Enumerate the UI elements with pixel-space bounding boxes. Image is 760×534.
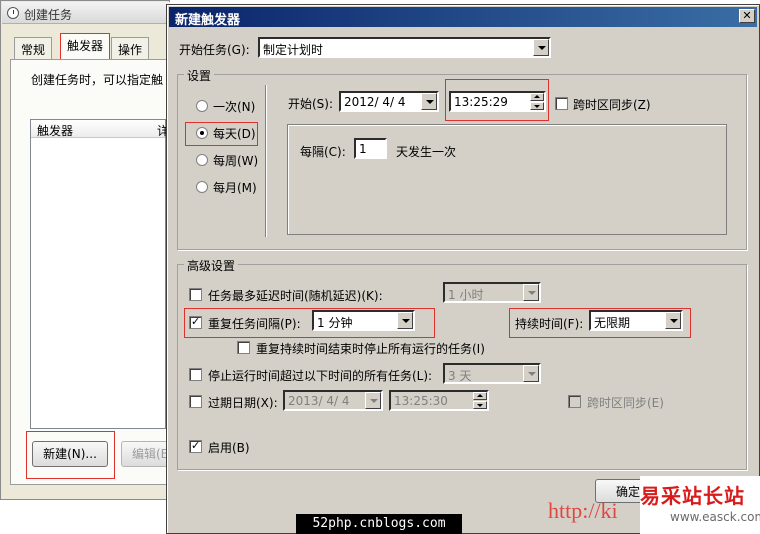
delay-checkbox[interactable]: [189, 288, 202, 301]
start-time-spinner[interactable]: 13:25:29: [449, 91, 546, 112]
expire-label[interactable]: 过期日期(X):: [208, 394, 278, 411]
stop-longer-label[interactable]: 停止运行时间超过以下时间的所有任务(L):: [208, 367, 432, 384]
background-window-title: 创建任务: [24, 8, 73, 22]
new-trigger-dialog: 新建触发器 ✕ 开始任务(G): 制定计划时 设置 一次(N) 每天(D) 每周…: [166, 4, 760, 534]
calendar-dropdown-icon[interactable]: [421, 93, 437, 110]
radio-weekly-label[interactable]: 每周(W): [213, 152, 258, 169]
chevron-down-icon[interactable]: [523, 284, 539, 301]
every-suffix: 天发生一次: [396, 145, 457, 159]
tab-general[interactable]: 常规: [14, 37, 53, 59]
repeat-interval-select[interactable]: 1 分钟: [312, 310, 415, 331]
stop-longer-select[interactable]: 3 天: [443, 363, 541, 384]
delay-value: 1 小时: [448, 288, 484, 302]
expire-sync-checkbox[interactable]: [568, 395, 581, 408]
expire-time-value: 13:25:30: [394, 394, 448, 408]
duration-value: 无限期: [594, 316, 631, 330]
dialog-title: 新建触发器: [175, 13, 241, 28]
clock-icon: [7, 7, 19, 19]
duration-label: 持续时间(F):: [515, 317, 584, 331]
expire-date-value: 2013/ 4/ 4: [288, 394, 350, 408]
repeat-checkbox[interactable]: [189, 315, 202, 329]
trigger-description: 创建任务时，可以指定触: [31, 73, 164, 87]
spin-up-icon[interactable]: [530, 93, 544, 101]
tab-actions[interactable]: 操作: [111, 37, 150, 59]
expire-sync-label[interactable]: 跨时区同步(E): [587, 394, 664, 411]
duration-select[interactable]: 无限期: [589, 310, 683, 331]
calendar-dropdown-icon[interactable]: [365, 392, 381, 409]
time-spin-buttons[interactable]: [530, 93, 544, 110]
start-date-picker[interactable]: 2012/ 4/ 4: [339, 91, 439, 112]
expire-date-picker[interactable]: 2013/ 4/ 4: [283, 390, 383, 411]
start-time-value: 13:25:29: [454, 95, 508, 109]
watermark-url: http://ki: [548, 498, 618, 523]
new-trigger-button[interactable]: 新建(N)...: [32, 441, 108, 467]
begin-task-value: 制定计划时: [263, 43, 324, 57]
radio-monthly-label[interactable]: 每月(M): [213, 179, 257, 196]
chevron-down-icon[interactable]: [397, 312, 413, 329]
radio-once-label[interactable]: 一次(N): [213, 98, 255, 115]
spin-down-icon[interactable]: [473, 401, 487, 409]
watermark-strip: 52php.cnblogs.com: [296, 514, 462, 534]
watermark-logo-en: www.easck.com: [670, 510, 760, 524]
spin-down-icon[interactable]: [530, 102, 544, 110]
delay-select[interactable]: 1 小时: [443, 282, 541, 303]
chevron-down-icon[interactable]: [665, 312, 681, 329]
radio-daily-label[interactable]: 每天(D): [213, 125, 256, 142]
start-date-value: 2012/ 4/ 4: [344, 95, 406, 109]
watermark-logo-cn: 易采站长站: [640, 484, 745, 508]
enabled-checkbox[interactable]: [189, 439, 202, 453]
radio-once[interactable]: [196, 100, 208, 112]
recurrence-box: [287, 124, 727, 235]
start-label: 开始(S):: [288, 97, 334, 111]
radio-daily[interactable]: [196, 127, 208, 139]
close-button[interactable]: ✕: [739, 9, 755, 23]
spin-up-icon[interactable]: [473, 392, 487, 400]
repeat-interval-value: 1 分钟: [317, 316, 353, 330]
settings-divider: [265, 85, 266, 237]
settings-caption: 设置: [184, 67, 215, 84]
sync-timezone-checkbox[interactable]: [555, 97, 568, 110]
stop-longer-checkbox[interactable]: [189, 368, 202, 381]
radio-monthly[interactable]: [196, 181, 208, 193]
repeat-label[interactable]: 重复任务间隔(P):: [208, 315, 301, 332]
background-window-create-task: 创建任务 常规 触发器 操作 创建任务时，可以指定触 触发器 详 新建(N)..…: [0, 0, 170, 500]
every-days-value: 1: [359, 142, 367, 156]
enabled-label[interactable]: 启用(B): [208, 439, 250, 456]
expire-time-spinner[interactable]: 13:25:30: [389, 390, 489, 411]
delay-label[interactable]: 任务最多延迟时间(随机延迟)(K):: [208, 287, 383, 304]
watermark-logo: 易采站长站 www.easck.com: [640, 476, 760, 534]
edit-trigger-button[interactable]: 编辑(E: [121, 441, 169, 467]
time-spin-buttons[interactable]: [473, 392, 487, 409]
begin-task-select[interactable]: 制定计划时: [258, 37, 551, 58]
stop-at-end-label[interactable]: 重复持续时间结束时停止所有运行的任务(I): [256, 340, 485, 357]
radio-weekly[interactable]: [196, 154, 208, 166]
trigger-list-header: 触发器 详: [31, 120, 169, 139]
stop-longer-value: 3 天: [448, 369, 472, 383]
close-icon: ✕: [742, 9, 752, 22]
tab-triggers[interactable]: 触发器: [60, 33, 111, 60]
stop-at-end-checkbox[interactable]: [237, 341, 250, 354]
begin-task-label: 开始任务(G):: [179, 43, 250, 57]
column-header-trigger[interactable]: 触发器: [37, 122, 73, 139]
background-window-titlebar: 创建任务: [2, 2, 170, 24]
sync-timezone-label[interactable]: 跨时区同步(Z): [573, 96, 651, 113]
every-label: 每隔(C):: [300, 145, 346, 159]
chevron-down-icon[interactable]: [533, 39, 549, 56]
chevron-down-icon[interactable]: [523, 365, 539, 382]
dialog-titlebar: 新建触发器 ✕: [169, 7, 757, 28]
trigger-list[interactable]: 触发器 详: [30, 119, 169, 429]
expire-checkbox[interactable]: [189, 395, 202, 408]
every-days-input[interactable]: 1: [354, 138, 387, 159]
advanced-caption: 高级设置: [184, 257, 239, 274]
